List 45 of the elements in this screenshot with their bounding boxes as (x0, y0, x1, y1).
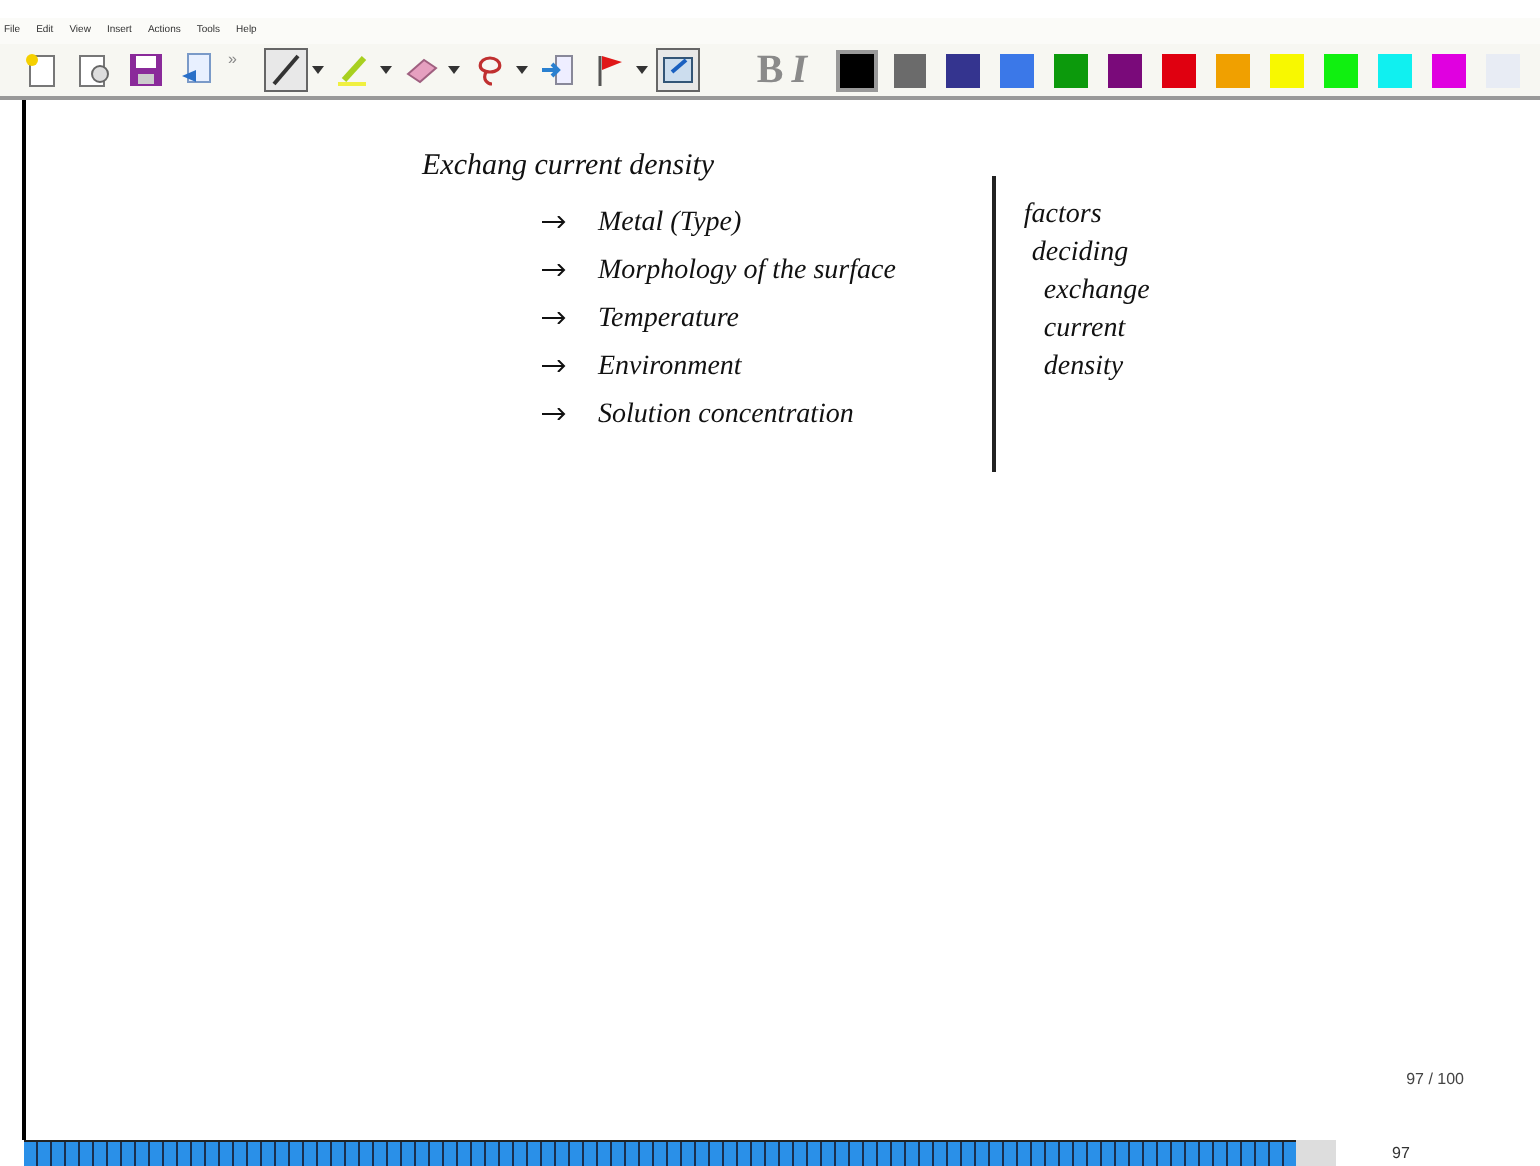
caret-icon[interactable] (448, 66, 461, 74)
handwritten-item: Environment (598, 349, 742, 385)
handwritten-item: Metal (Type) (598, 205, 742, 241)
handwritten-item: Solution concentration (598, 397, 854, 433)
arrow-icon (542, 408, 566, 420)
insert-space-icon (540, 52, 577, 88)
page-clock-icon (76, 52, 112, 88)
page-counter: 97 / 100 (1406, 1068, 1464, 1092)
handwritten-note: density (1043, 350, 1126, 386)
color-swatch[interactable] (1432, 53, 1466, 87)
handwritten-item: Morphology of the surface (598, 253, 896, 289)
color-swatch[interactable] (1108, 53, 1143, 87)
caret-icon[interactable] (516, 66, 529, 74)
arrow-icon (542, 312, 566, 324)
send-page-icon (180, 52, 216, 88)
arrow-icon (542, 216, 566, 228)
arrow-icon (542, 264, 566, 276)
handwritten-heading: Exchang current density (422, 148, 717, 186)
tool-button[interactable] (124, 48, 168, 92)
pen-icon (268, 52, 305, 88)
handwritten-note: factors (1023, 198, 1104, 234)
new-page-icon (24, 52, 60, 88)
caret-icon[interactable] (636, 66, 649, 74)
color-swatch[interactable] (839, 53, 873, 87)
color-swatch[interactable] (1324, 53, 1359, 87)
handwritten-note: exchange (1043, 274, 1150, 310)
page-number: 97 (1392, 1141, 1410, 1165)
color-swatch[interactable] (1162, 53, 1197, 87)
handwritten-note: deciding (1031, 236, 1131, 272)
color-swatch[interactable] (893, 53, 927, 87)
view-icon (660, 52, 697, 88)
handwritten-item: Temperature (598, 301, 740, 337)
color-swatch[interactable] (1054, 53, 1089, 87)
color-swatch[interactable] (1270, 53, 1305, 87)
color-swatch[interactable] (1000, 53, 1035, 87)
tool-button[interactable] (264, 48, 309, 92)
color-swatch[interactable] (946, 53, 981, 87)
arrow-icon (542, 360, 566, 372)
handwritten-note: current (1043, 312, 1128, 348)
caret-icon[interactable] (312, 66, 325, 74)
save-icon (128, 52, 164, 88)
color-swatch[interactable] (1378, 53, 1413, 87)
caret-icon[interactable] (380, 66, 393, 74)
tool-button[interactable] (656, 48, 701, 92)
color-swatch[interactable] (1216, 53, 1251, 87)
